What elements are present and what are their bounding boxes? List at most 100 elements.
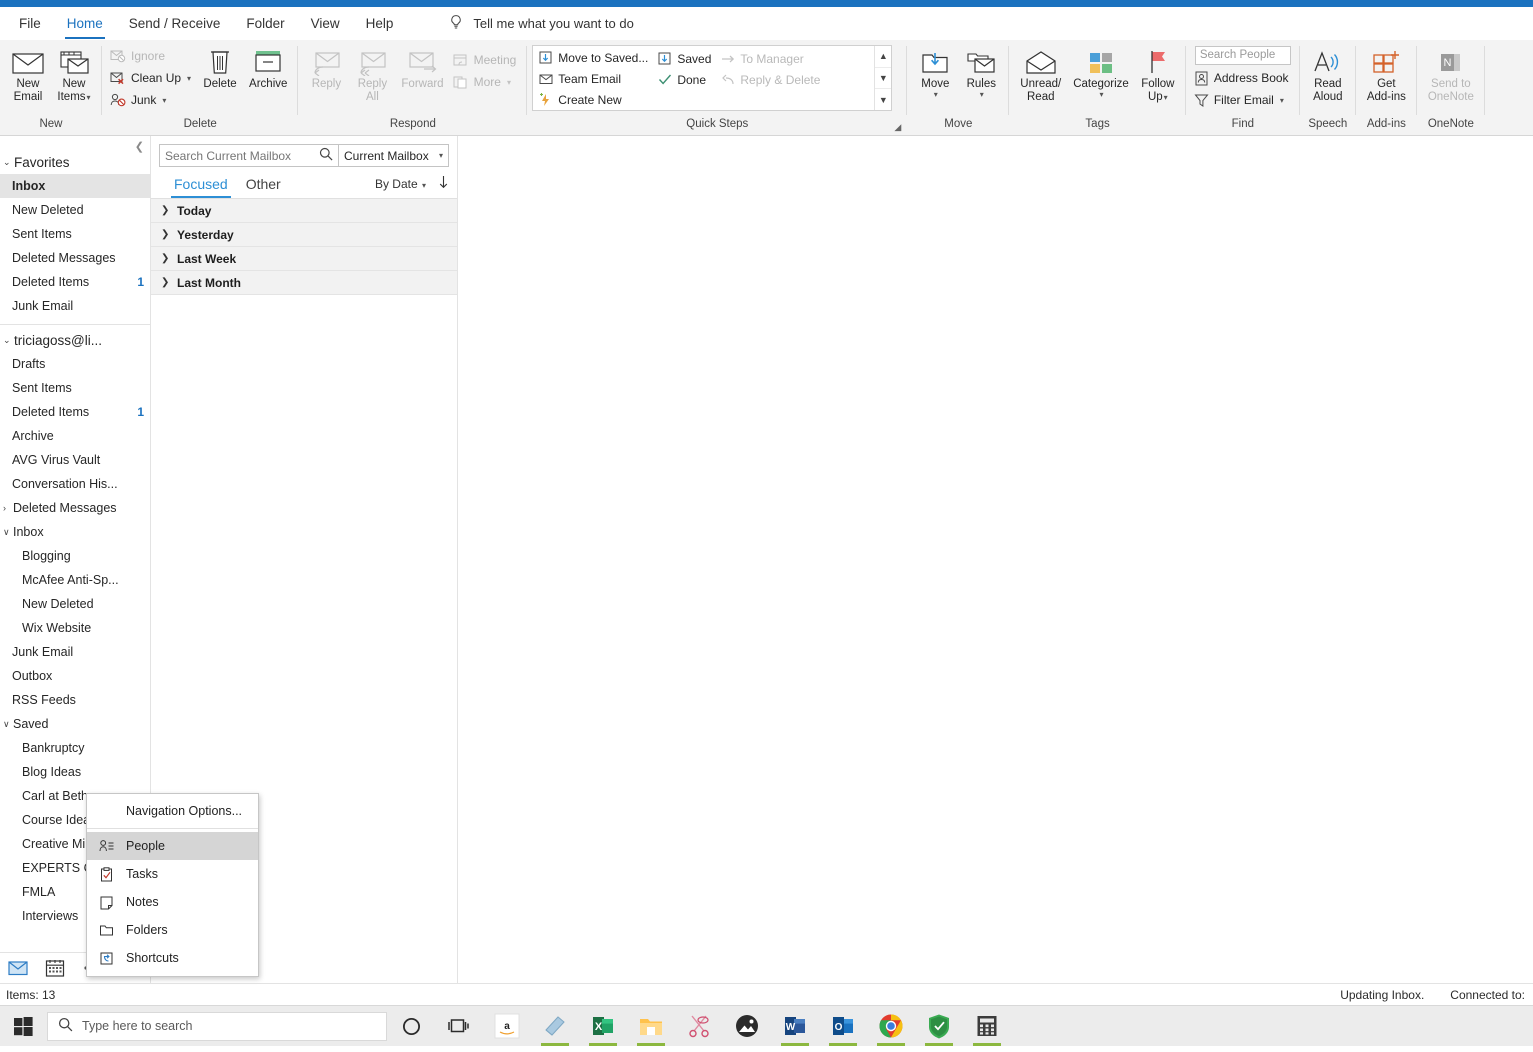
list-group-last-month[interactable]: ❯ Last Month <box>151 271 457 295</box>
sidebar-item-drafts[interactable]: Drafts <box>0 352 150 376</box>
quick-step-reply-delete[interactable]: Reply & Delete <box>718 69 827 90</box>
new-email-button[interactable]: New Email <box>5 44 51 105</box>
sidebar-item-fav-inbox[interactable]: Inbox <box>0 174 150 198</box>
sidebar-item-sent-items[interactable]: Sent Items <box>0 376 150 400</box>
sidebar-item-outbox[interactable]: Outbox <box>0 664 150 688</box>
tab-file[interactable]: File <box>6 10 54 37</box>
quick-steps-scrollbar[interactable]: ▲ ▼ ▼ <box>874 46 892 110</box>
taskbar-search-input[interactable]: Type here to search <box>47 1011 387 1041</box>
mail-icon[interactable] <box>8 960 28 976</box>
list-group-today[interactable]: ❯ Today <box>151 199 457 223</box>
meeting-button[interactable]: Meeting <box>450 49 523 71</box>
sidebar-item-avg-virus-vault[interactable]: AVG Virus Vault <box>0 448 150 472</box>
new-items-button[interactable]: New Items▾ <box>51 44 97 106</box>
lightshot-icon[interactable] <box>531 1006 579 1047</box>
sort-direction-button[interactable] <box>438 175 449 192</box>
sidebar-item-deleted-items[interactable]: Deleted Items 1 <box>0 400 150 424</box>
collapse-navigation-pane-button[interactable]: ❮ <box>135 140 144 153</box>
search-input[interactable]: Search Current Mailbox <box>159 144 339 167</box>
ignore-button[interactable]: Ignore <box>107 45 197 67</box>
excel-icon[interactable]: X <box>579 1006 627 1047</box>
quick-steps-dialog-launcher[interactable]: ◢ <box>892 122 903 133</box>
filter-email-button[interactable]: Filter Email ▾ <box>1191 89 1295 111</box>
reply-button[interactable]: Reply <box>303 44 349 93</box>
sidebar-item-fav-junk-email[interactable]: Junk Email <box>0 294 150 318</box>
list-group-last-week[interactable]: ❯ Last Week <box>151 247 457 271</box>
sidebar-item-rss-feeds[interactable]: RSS Feeds <box>0 688 150 712</box>
sidebar-item-wix-website[interactable]: Wix Website <box>0 616 150 640</box>
tab-other[interactable]: Other <box>237 176 290 198</box>
menu-item-navigation-options[interactable]: Navigation Options... <box>87 797 258 825</box>
sidebar-item-fav-new-deleted[interactable]: New Deleted <box>0 198 150 222</box>
chevron-down-icon[interactable]: ∨ <box>3 527 12 538</box>
word-icon[interactable]: W <box>771 1006 819 1047</box>
file-explorer-icon[interactable] <box>627 1006 675 1047</box>
chevron-right-icon[interactable]: ❯ <box>161 277 177 288</box>
quick-step-saved[interactable]: Saved <box>655 48 718 69</box>
search-icon[interactable] <box>319 147 333 164</box>
sidebar-item-fav-deleted-messages[interactable]: Deleted Messages <box>0 246 150 270</box>
menu-item-notes[interactable]: Notes <box>87 888 258 916</box>
snipping-tool-icon[interactable] <box>675 1006 723 1047</box>
sidebar-item-inbox[interactable]: ∨ Inbox <box>0 520 150 544</box>
quick-step-move-to-saved[interactable]: Move to Saved... <box>536 48 655 69</box>
sidebar-item-fav-sent-items[interactable]: Sent Items <box>0 222 150 246</box>
amazon-icon[interactable]: a <box>483 1006 531 1047</box>
chevron-right-icon[interactable]: › <box>3 503 12 513</box>
archive-button[interactable]: Archive <box>243 44 293 93</box>
follow-up-button[interactable]: Follow Up▾ <box>1135 44 1181 106</box>
reply-all-button[interactable]: Reply All <box>349 44 395 105</box>
photos-icon[interactable] <box>723 1006 771 1047</box>
cortana-circle-icon[interactable] <box>387 1006 435 1047</box>
categorize-button[interactable]: Categorize ▾ <box>1067 44 1135 101</box>
calculator-icon[interactable] <box>963 1006 1011 1047</box>
menu-item-folders[interactable]: Folders <box>87 916 258 944</box>
clean-up-button[interactable]: Clean Up ▾ <box>107 67 197 89</box>
tab-help[interactable]: Help <box>353 10 407 37</box>
task-view-icon[interactable] <box>435 1006 483 1047</box>
rules-button[interactable]: Rules ▾ <box>958 44 1004 101</box>
quick-step-done[interactable]: Done <box>655 69 718 90</box>
more-button[interactable]: More ▾ <box>450 71 523 93</box>
search-scope-dropdown[interactable]: Current Mailbox ▾ <box>339 144 449 167</box>
sidebar-item-blogging[interactable]: Blogging <box>0 544 150 568</box>
quick-step-team-email[interactable]: Team Email <box>536 69 655 90</box>
search-people-input[interactable]: Search People <box>1194 46 1291 65</box>
sidebar-item-blog-ideas[interactable]: Blog Ideas <box>0 760 150 784</box>
sidebar-item-deleted-messages[interactable]: › Deleted Messages <box>0 496 150 520</box>
tell-me-search[interactable]: Tell me what you want to do <box>448 14 634 34</box>
quick-step-create-new[interactable]: Create New <box>536 89 655 110</box>
junk-button[interactable]: Junk ▾ <box>107 89 197 111</box>
outlook-icon[interactable]: O <box>819 1006 867 1047</box>
sidebar-item-conversation-history[interactable]: Conversation His... <box>0 472 150 496</box>
windows-start-icon[interactable] <box>0 1016 47 1036</box>
read-aloud-button[interactable]: Read Aloud <box>1305 44 1351 105</box>
tab-send-receive[interactable]: Send / Receive <box>116 10 234 37</box>
list-group-yesterday[interactable]: ❯ Yesterday <box>151 223 457 247</box>
tab-home[interactable]: Home <box>54 10 116 39</box>
sidebar-item-mcafee-anti-spam[interactable]: McAfee Anti-Sp... <box>0 568 150 592</box>
send-to-onenote-button[interactable]: N Send to OneNote <box>1422 44 1480 105</box>
menu-item-people[interactable]: People <box>87 832 258 860</box>
quick-steps-gallery[interactable]: Move to Saved... Team Email Create New S… <box>532 45 893 111</box>
get-addins-button[interactable]: Get Add-ins <box>1361 44 1412 105</box>
move-button[interactable]: Move ▾ <box>912 44 958 101</box>
chevron-down-icon[interactable]: ∨ <box>3 719 12 730</box>
sort-by-dropdown[interactable]: By Date ▾ <box>375 177 426 191</box>
sidebar-item-archive[interactable]: Archive <box>0 424 150 448</box>
sidebar-item-new-deleted[interactable]: New Deleted <box>0 592 150 616</box>
chevron-right-icon[interactable]: ❯ <box>161 229 177 240</box>
sidebar-item-fav-deleted-items[interactable]: Deleted Items 1 <box>0 270 150 294</box>
tab-view[interactable]: View <box>298 10 353 37</box>
sidebar-item-saved[interactable]: ∨ Saved <box>0 712 150 736</box>
chevron-right-icon[interactable]: ❯ <box>161 205 177 216</box>
account-header[interactable]: ⌄ triciagoss@li... <box>0 329 150 352</box>
avg-icon[interactable] <box>915 1006 963 1047</box>
scroll-up-icon[interactable]: ▲ <box>875 46 892 68</box>
scroll-down-icon[interactable]: ▼ <box>875 68 892 90</box>
favorites-header[interactable]: ⌄ Favorites <box>0 151 150 174</box>
calendar-icon[interactable] <box>45 959 65 977</box>
quick-steps-more-icon[interactable]: ▼ <box>875 89 891 110</box>
tab-folder[interactable]: Folder <box>233 10 297 37</box>
menu-item-tasks[interactable]: Tasks <box>87 860 258 888</box>
